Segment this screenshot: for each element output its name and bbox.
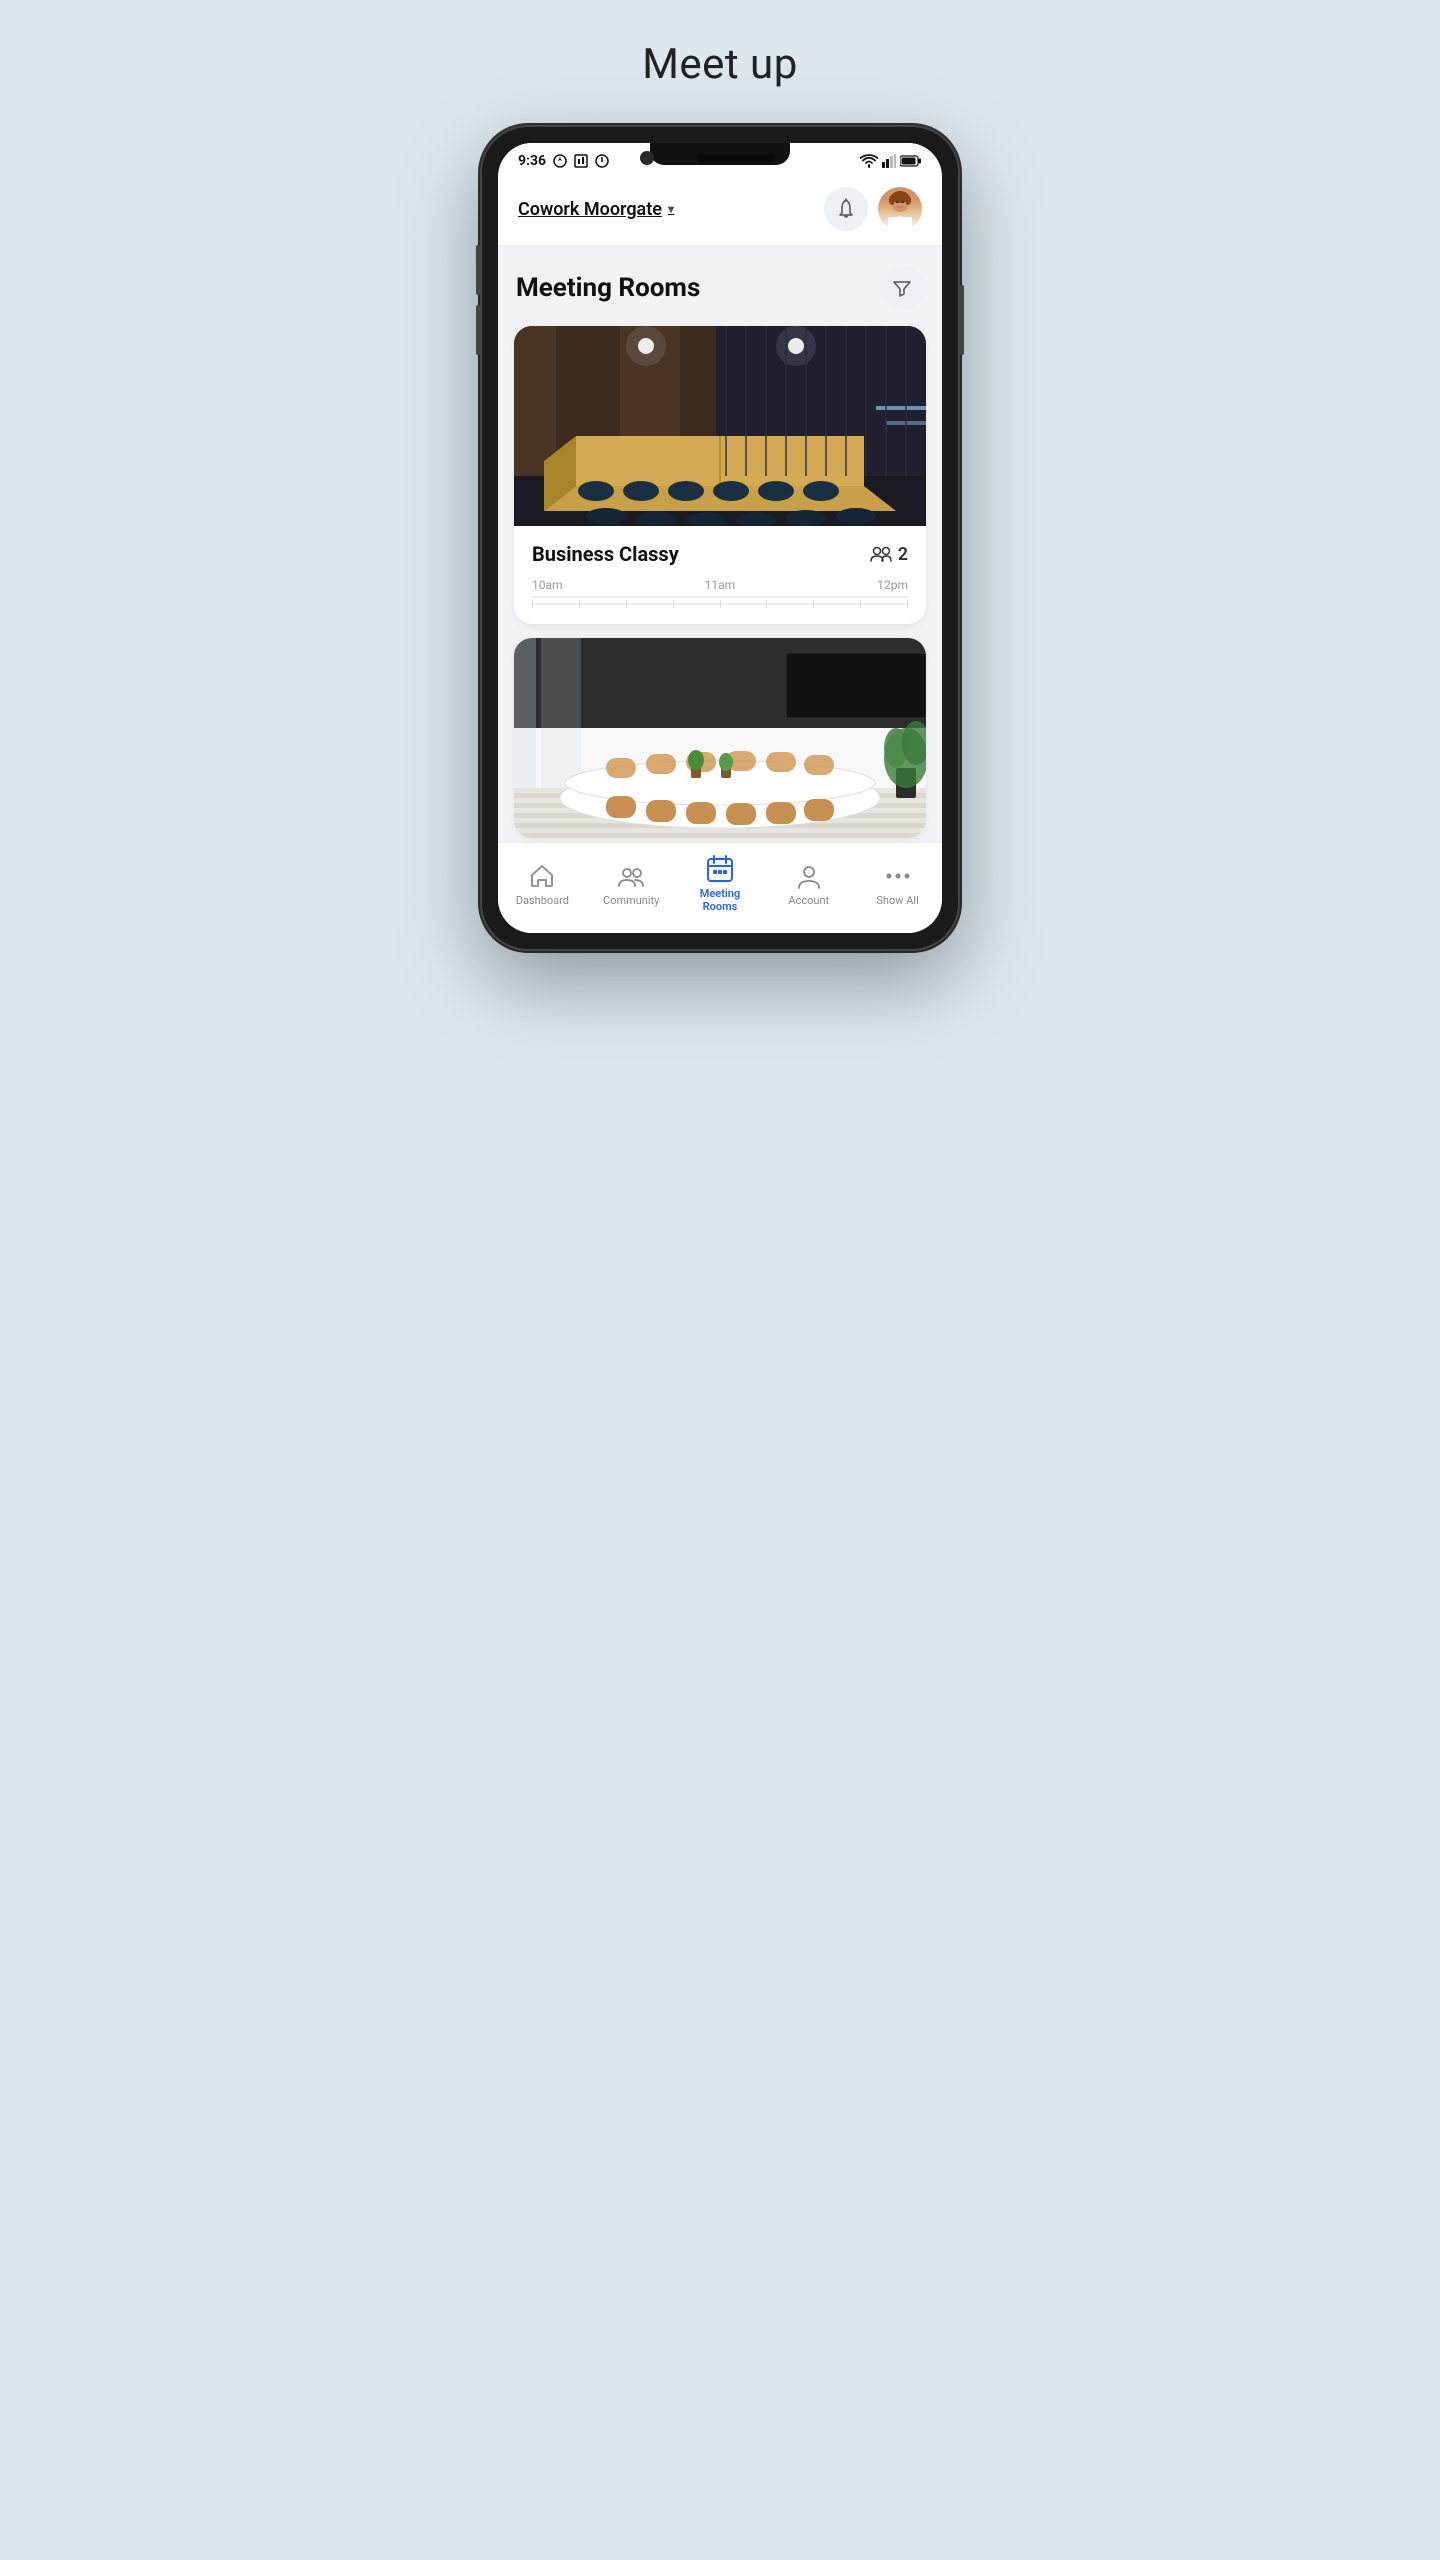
room-card-2[interactable] xyxy=(514,638,926,838)
filter-button[interactable] xyxy=(880,266,924,310)
chevron-down-icon: ▾ xyxy=(668,202,674,216)
room-name-row-1: Business Classy 2 xyxy=(532,542,908,566)
header-actions xyxy=(824,187,922,231)
user-avatar-button[interactable] xyxy=(878,187,922,231)
nav-item-account[interactable]: Account xyxy=(774,862,844,907)
camera xyxy=(640,151,654,165)
room-capacity-1: 2 xyxy=(870,544,908,565)
status-icons xyxy=(860,154,922,168)
nav-label-account: Account xyxy=(788,894,829,907)
battery-icon xyxy=(900,155,922,167)
nav-item-meeting-rooms[interactable]: MeetingRooms xyxy=(685,855,755,913)
phone-frame: 9:36 xyxy=(480,125,960,951)
wifi-icon xyxy=(860,154,878,168)
status-time: 9:36 xyxy=(518,153,546,169)
community-icon xyxy=(623,869,631,877)
nav-label-meeting-rooms: MeetingRooms xyxy=(700,887,740,913)
app-header: Cowork Moorgate ▾ xyxy=(498,175,942,246)
filter-icon xyxy=(892,278,912,298)
main-content: Meeting Rooms xyxy=(498,246,942,838)
section-title: Meeting Rooms xyxy=(516,273,700,303)
room-image-2 xyxy=(514,638,926,838)
nav-icon-dashboard xyxy=(528,862,556,890)
section-header: Meeting Rooms xyxy=(514,266,926,310)
system-icon-2 xyxy=(574,153,588,169)
home-icon xyxy=(532,866,552,886)
room-card-1[interactable]: Business Classy 2 10am xyxy=(514,326,926,624)
nav-icon-meeting-rooms xyxy=(706,855,734,883)
vol-up-button xyxy=(476,245,480,295)
nav-icon-show-all xyxy=(884,862,912,890)
people-icon xyxy=(870,546,892,562)
notification-button[interactable] xyxy=(824,187,868,231)
more-icon xyxy=(886,873,891,878)
power-button xyxy=(960,285,964,355)
nav-label-show-all: Show All xyxy=(876,894,918,907)
workspace-name-text: Cowork Moorgate xyxy=(518,199,662,220)
speaker xyxy=(696,154,776,162)
app-title: Meet up xyxy=(642,40,798,89)
signal-icon xyxy=(882,154,896,168)
nav-icon-account xyxy=(795,862,823,890)
bell-icon xyxy=(836,198,856,220)
account-icon xyxy=(804,867,814,877)
avatar-image xyxy=(878,187,922,231)
room-name-1: Business Classy xyxy=(532,542,679,566)
bottom-nav: Dashboard Community xyxy=(498,842,942,933)
room-timeline-1: 10am 11am 12pm xyxy=(532,578,908,592)
nav-icon-community xyxy=(617,862,645,890)
status-left: 9:36 xyxy=(518,153,610,169)
nav-item-community[interactable]: Community xyxy=(596,862,666,907)
workspace-selector[interactable]: Cowork Moorgate ▾ xyxy=(518,199,674,220)
vol-down-button xyxy=(476,305,480,355)
system-icon-1 xyxy=(552,153,568,169)
nav-label-community: Community xyxy=(603,894,659,907)
nav-item-show-all[interactable]: Show All xyxy=(863,862,933,907)
nav-label-dashboard: Dashboard xyxy=(516,894,569,907)
room-image-1 xyxy=(514,326,926,526)
room-info-1: Business Classy 2 10am xyxy=(514,526,926,624)
nav-item-dashboard[interactable]: Dashboard xyxy=(507,862,577,907)
system-icon-3 xyxy=(594,153,610,169)
phone-screen: 9:36 xyxy=(498,143,942,933)
